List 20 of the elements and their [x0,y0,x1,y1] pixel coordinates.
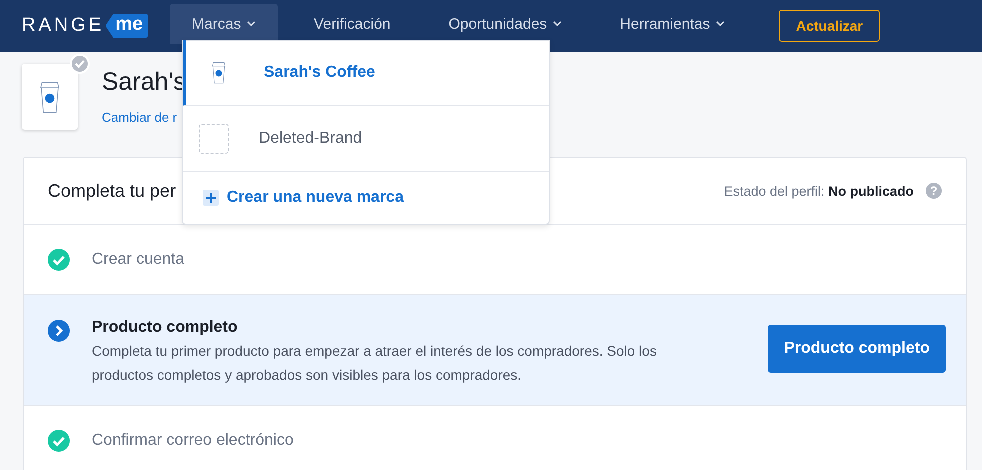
step-title: Confirmar correo electrónico [92,432,294,450]
step-title: Crear cuenta [92,250,184,268]
nav-tab[interactable]: Marcas [170,4,278,44]
logo-tag: me [106,14,148,38]
brand-menu-item[interactable]: Deleted-Brand [183,106,549,172]
card-title: Completa tu per [48,180,176,202]
upgrade-button[interactable]: Actualizar [779,10,880,42]
create-brand-link[interactable]: Crear una nueva marca [183,172,549,224]
logo-text: RANGE [22,15,105,37]
nav-tab[interactable]: Herramientas [598,4,748,44]
brand-menu-item[interactable]: Sarah's Coffee [183,40,549,106]
step-title: Producto completo [92,319,239,337]
step-description: Completa tu primer producto para empezar a atraer el interés de los compradores. Solo los productos completos y aprobados son visibles para los compradores. [92,342,658,385]
complete-product-button[interactable]: Producto completo [768,325,946,373]
plus-icon [203,190,219,206]
cup-icon [210,60,228,86]
empty-logo-icon [199,124,229,154]
profile-status: Estado del perfil: No publicado [724,184,914,198]
change-brand-link[interactable]: Cambiar de r [102,110,186,125]
brand-name: Sarah's [102,68,186,97]
